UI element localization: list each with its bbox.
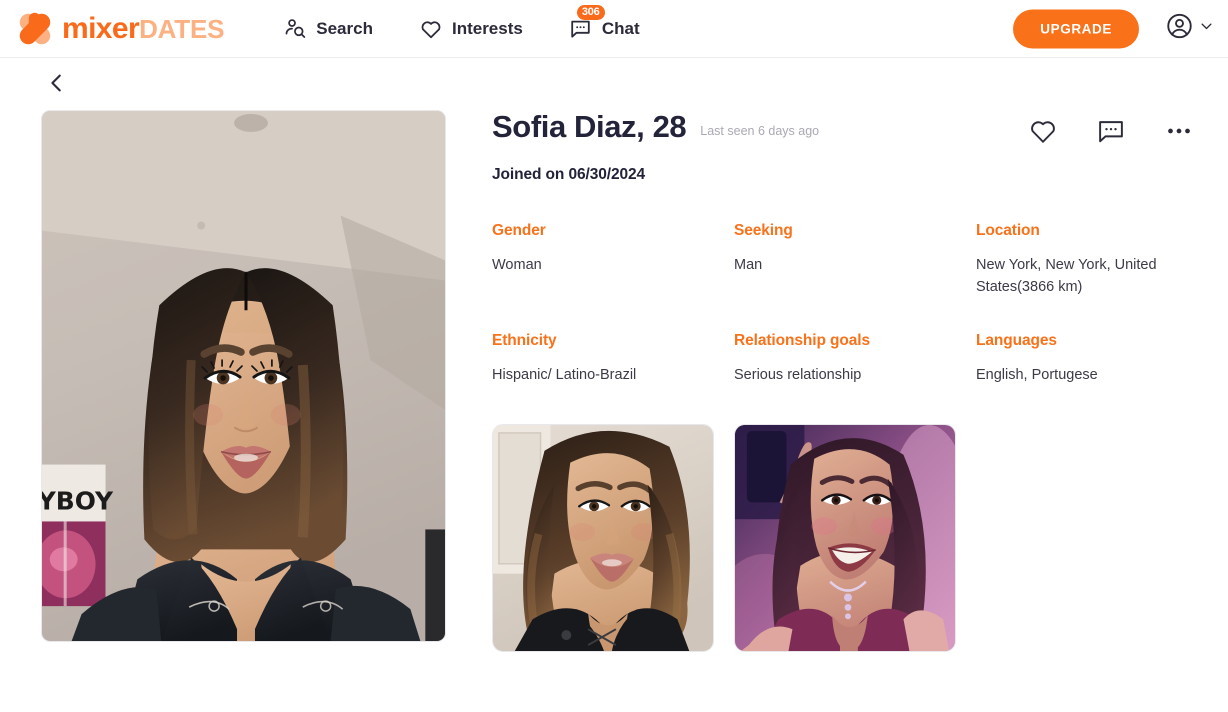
fact-label-relationship-goals: Relationship goals (734, 332, 870, 350)
fact-relationship-goals: Relationship goals Serious relationship (734, 332, 976, 386)
account-circle-icon (1165, 12, 1194, 46)
photo-thumbnails (492, 424, 1210, 653)
main-photo-column: YBOY (41, 110, 446, 652)
nav-item-chat[interactable]: 306 Chat (569, 4, 640, 41)
back-row (0, 58, 1228, 110)
brand-name-part2: DATES (139, 13, 225, 44)
chevron-left-icon (46, 72, 68, 97)
brand-name: mixerDATES (62, 11, 225, 45)
fact-label-ethnicity: Ethnicity (492, 332, 557, 350)
nav-label-interests: Interests (451, 18, 523, 38)
fact-label-location: Location (976, 222, 1040, 240)
fact-label-seeking: Seeking (734, 222, 793, 240)
fact-gender: Gender Woman (492, 222, 734, 298)
fact-value-location: New York, New York, United States(3866 k… (976, 257, 1157, 296)
fact-seeking: Seeking Man (734, 222, 976, 298)
fact-location: Location New York, New York, United Stat… (976, 222, 1210, 298)
more-horizontal-icon (1164, 116, 1194, 149)
chat-bubble-icon: 306 (569, 4, 605, 41)
nav-item-interests[interactable]: Interests (419, 17, 523, 41)
profile-actions (1028, 116, 1194, 149)
photo-thumbnail-1[interactable] (492, 424, 714, 653)
nav-item-search[interactable]: Search (284, 17, 373, 40)
chat-bubble-icon (1096, 116, 1126, 149)
brand-logo[interactable]: mixerDATES (16, 9, 225, 48)
heart-icon (1028, 116, 1058, 149)
like-button[interactable] (1028, 116, 1058, 149)
fact-value-languages: English, Portugese (976, 367, 1098, 384)
more-button[interactable] (1164, 116, 1194, 149)
profile-info-column: Sofia Diaz, 28 Last seen 6 days ago Join… (446, 109, 1228, 653)
fact-value-ethnicity: Hispanic/ Latino-Brazil (492, 367, 637, 384)
person-search-icon (284, 17, 307, 40)
back-button[interactable] (42, 69, 72, 99)
heart-icon (419, 17, 443, 41)
fact-label-gender: Gender (492, 222, 546, 240)
fact-value-gender: Woman (492, 257, 542, 274)
fact-value-seeking: Man (734, 257, 763, 274)
nav-label-chat: Chat (601, 18, 640, 38)
message-button[interactable] (1096, 116, 1126, 149)
main-nav: Search Interests 306 Chat (284, 4, 640, 41)
upgrade-button[interactable]: UPGRADE (1013, 9, 1139, 48)
account-menu[interactable] (1165, 12, 1214, 46)
svg-text:YBOY: YBOY (42, 486, 114, 515)
profile-facts-grid: Gender Woman Seeking Man Location New Yo… (492, 222, 1210, 386)
brand-name-part1: mixer (62, 11, 140, 45)
profile-content: YBOY Sofia Diaz, 28 Last seen 6 days ago… (0, 109, 1228, 653)
fact-value-relationship-goals: Serious relationship (734, 367, 862, 384)
x-heart-logo-icon (16, 9, 54, 48)
last-seen-text: Last seen 6 days ago (700, 124, 820, 138)
photo-thumbnail-2[interactable] (734, 424, 956, 653)
main-profile-photo[interactable]: YBOY (41, 110, 446, 642)
app-header: mixerDATES Search Interests 306 Chat UPG… (0, 0, 1228, 58)
fact-languages: Languages English, Portugese (976, 332, 1210, 386)
page-title: Sofia Diaz, 28 (492, 109, 687, 144)
nav-label-search: Search (316, 18, 373, 38)
fact-ethnicity: Ethnicity Hispanic/ Latino-Brazil (492, 332, 734, 386)
joined-date: Joined on 06/30/2024 (492, 166, 646, 184)
chevron-down-icon (1199, 19, 1214, 39)
profile-name-row: Sofia Diaz, 28 Last seen 6 days ago (492, 109, 1210, 144)
header-right-group: UPGRADE (1013, 9, 1214, 48)
chat-unread-badge: 306 (576, 4, 605, 20)
fact-label-languages: Languages (976, 332, 1057, 350)
